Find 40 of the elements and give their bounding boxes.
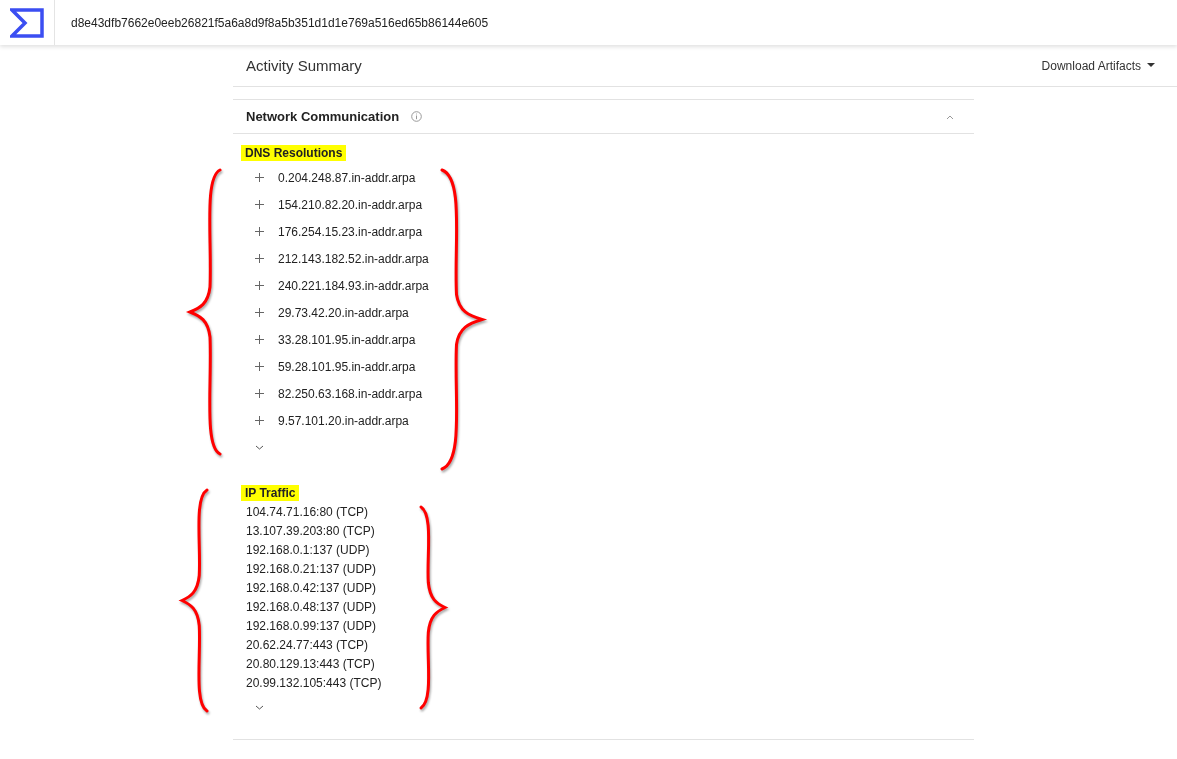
plus-icon[interactable] xyxy=(255,173,264,182)
plus-icon[interactable] xyxy=(255,389,264,398)
download-artifacts-dropdown[interactable]: Download Artifacts xyxy=(1041,54,1155,77)
ip-entry: 192.168.0.1:137 (UDP) xyxy=(245,542,371,559)
ip-traffic-heading: IP Traffic xyxy=(241,485,300,501)
plus-icon[interactable] xyxy=(255,308,264,317)
section-title: Network Communication xyxy=(246,109,400,124)
ip-entry: 20.62.24.77:443 (TCP) xyxy=(245,637,370,654)
ip-entry: 13.107.39.203:80 (TCP) xyxy=(245,523,376,540)
dns-entry: 33.28.101.95.in-addr.arpa xyxy=(278,332,416,347)
page-title: Activity Summary xyxy=(246,57,362,74)
show-more-button[interactable] xyxy=(253,443,266,452)
ip-entry: 20.99.132.105:443 (TCP) xyxy=(245,675,383,692)
dns-entry: 82.250.63.168.in-addr.arpa xyxy=(278,386,423,401)
ip-entry: 192.168.0.21:137 (UDP) xyxy=(245,561,378,578)
dns-entry: 240.221.184.93.in-addr.arpa xyxy=(278,278,429,293)
dns-entry: 59.28.101.95.in-addr.arpa xyxy=(278,359,416,374)
plus-icon[interactable] xyxy=(255,200,264,209)
dns-entry: 154.210.82.20.in-addr.arpa xyxy=(278,197,423,212)
plus-icon[interactable] xyxy=(255,416,264,425)
plus-icon[interactable] xyxy=(255,281,264,290)
dns-entry: 176.254.15.23.in-addr.arpa xyxy=(278,224,423,239)
plus-icon[interactable] xyxy=(255,254,264,263)
caret-icon xyxy=(1147,63,1155,68)
sample-hash: d8e43dfb7662e0eeb26821f5a6a8d9f8a5b351d1d1e769a516ed65b86144e605 xyxy=(71,15,489,30)
dns-entry: 212.143.182.52.in-addr.arpa xyxy=(278,251,429,266)
chevron-up-icon[interactable] xyxy=(946,113,954,120)
ip-entry: 20.80.129.13:443 (TCP) xyxy=(245,656,376,673)
ip-entry: 192.168.0.48:137 (UDP) xyxy=(245,599,378,616)
ip-entry: 192.168.0.42:137 (UDP) xyxy=(245,580,378,597)
logo-icon[interactable] xyxy=(10,7,44,38)
ip-entry: 192.168.0.99:137 (UDP) xyxy=(245,618,378,635)
plus-icon[interactable] xyxy=(255,227,264,236)
plus-icon[interactable] xyxy=(255,362,264,371)
dns-entry: 29.73.42.20.in-addr.arpa xyxy=(278,305,409,320)
dns-entry: 9.57.101.20.in-addr.arpa xyxy=(278,413,409,428)
dns-heading: DNS Resolutions xyxy=(241,145,347,161)
ip-entry: 104.74.71.16:80 (TCP) xyxy=(245,504,370,521)
dns-entry: 0.204.248.87.in-addr.arpa xyxy=(278,170,416,185)
plus-icon[interactable] xyxy=(255,335,264,344)
